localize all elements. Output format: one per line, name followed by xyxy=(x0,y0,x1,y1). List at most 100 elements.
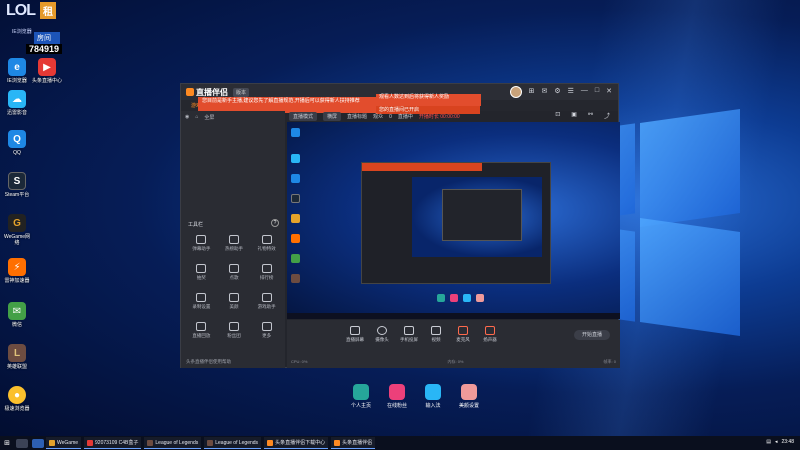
desktop-icon-accelerator[interactable]: ⚡ 雷神加速器 xyxy=(2,258,32,284)
tool-item[interactable]: 弹幕助手 xyxy=(185,235,218,252)
brand-icon xyxy=(186,88,194,96)
settings-icon[interactable]: ⚙ xyxy=(554,87,560,95)
gift-icon[interactable]: ⊞ xyxy=(529,87,535,95)
live-center-icon: ▶ xyxy=(38,58,56,76)
browser-icon: ● xyxy=(8,386,26,404)
tool-item[interactable]: 礼物特效 xyxy=(250,235,283,252)
search-icon[interactable] xyxy=(16,438,28,448)
tool-item[interactable]: 热榜助手 xyxy=(218,235,251,252)
left-panel: ◉ ⌂ 全屏 工具栏 ? 弹幕助手 热榜助手 礼物特效 抽奖 点歌 排行榜 录制… xyxy=(181,111,285,368)
network-icon[interactable]: ▤ xyxy=(766,439,771,445)
speaker-icon xyxy=(485,326,495,335)
taskbar: ⊞ WeGame 92073109 C4B盒子 League of Legend… xyxy=(0,436,800,450)
link-icon[interactable]: ⚯ xyxy=(588,111,593,120)
microphone-button[interactable]: 麦克风 xyxy=(451,326,475,343)
nested-banner xyxy=(362,163,482,171)
stream-title[interactable]: 直播标题 xyxy=(347,113,367,120)
eye-icon[interactable]: ◉ xyxy=(185,114,189,120)
info-icon[interactable]: ? xyxy=(271,219,279,227)
tool-grid: 弹幕助手 热榜助手 礼物特效 抽奖 点歌 排行榜 录制设置 美颜 游戏助手 直播… xyxy=(185,235,283,339)
taskbar-app-download[interactable]: 头条直播伴侣下载中心 xyxy=(264,437,329,449)
share-icon[interactable]: ⤴ xyxy=(604,111,610,120)
viewers-count: 0 xyxy=(389,113,392,120)
video-button[interactable]: 视频 xyxy=(424,326,448,343)
start-live-button[interactable]: 开始直播 xyxy=(574,330,610,340)
lottery-icon xyxy=(196,264,207,273)
dock-item-beauty[interactable]: 美颜设置 xyxy=(458,384,480,409)
desktop-icon-ie[interactable]: e IE浏览器 xyxy=(2,58,32,84)
gift-box-icon[interactable]: ⊡ xyxy=(555,111,560,120)
steam-icon: S xyxy=(8,172,26,190)
wechat-icon: ✉ xyxy=(8,302,26,320)
desktop-icon-qq[interactable]: Q QQ xyxy=(2,130,32,156)
menu-icon[interactable]: ☰ xyxy=(568,87,574,95)
speaker-button[interactable]: 扬声器 xyxy=(478,326,502,343)
message-icon[interactable]: ✉ xyxy=(541,87,547,95)
scene-mode[interactable]: 直播模式 xyxy=(289,112,318,121)
avatar[interactable] xyxy=(510,86,522,98)
gift-effect-icon xyxy=(261,235,272,244)
monitor-icon xyxy=(350,326,360,335)
accelerator-icon: ⚡ xyxy=(8,258,26,276)
volume-icon[interactable]: ◂ xyxy=(775,439,778,445)
toolbox-title: 工具栏 xyxy=(188,222,204,228)
keyboard-icon xyxy=(425,384,441,400)
desktop-icon-wegame[interactable]: G WeGame网络 xyxy=(2,214,32,246)
start-icon[interactable]: ⊞ xyxy=(0,436,14,450)
danmaku-icon xyxy=(196,235,207,244)
live-preview[interactable] xyxy=(287,122,620,319)
reward-banner[interactable]: 观看人数达到后将获得新人奖励 xyxy=(376,94,481,106)
phone-cast-button[interactable]: 手机投屏 xyxy=(397,326,421,343)
taskbar-app-lol-1[interactable]: League of Legends xyxy=(144,437,202,449)
preview-dock xyxy=(437,294,484,302)
version-badge[interactable]: 版本 xyxy=(233,87,250,97)
taskbar-app-lol-2[interactable]: League of Legends xyxy=(204,437,262,449)
clock[interactable]: 23:48 xyxy=(781,439,794,445)
help-link[interactable]: 头条直播伴侣使用帮助 xyxy=(186,359,231,365)
tool-item[interactable]: 点歌 xyxy=(218,264,251,281)
viewers-label: 观众 xyxy=(373,114,384,120)
tool-item[interactable]: 粉丝团 xyxy=(218,322,251,339)
scene-item[interactable]: 全屏 xyxy=(204,114,214,121)
taskbar-app-c4b[interactable]: 92073109 C4B盒子 xyxy=(84,437,142,449)
fans-icon xyxy=(228,322,239,331)
right-tools: ⊡ ▣ ⚯ ⤴ xyxy=(555,111,610,120)
desktop-icon-player[interactable]: ☁ 迅雷影音 xyxy=(2,90,32,116)
camera-button[interactable]: 摄像头 xyxy=(370,326,394,343)
desktop-icon-live-center[interactable]: ▶ 头条直播中心 xyxy=(30,58,64,84)
cloud-icon: ☁ xyxy=(8,90,26,108)
tool-item[interactable]: 更多 xyxy=(250,322,283,339)
tool-item[interactable]: 录制设置 xyxy=(185,293,218,310)
status-bar: CPU: 0% 内存: 0% 帧率: 0 xyxy=(291,359,616,365)
tool-item[interactable]: 排行榜 xyxy=(250,264,283,281)
screen-capture-button[interactable]: 直播屏幕 xyxy=(343,326,367,343)
screen-icon[interactable]: ▣ xyxy=(571,111,577,120)
dock-item-input[interactable]: 输入法 xyxy=(422,384,444,409)
tool-item[interactable]: 抽奖 xyxy=(185,264,218,281)
lock-icon[interactable]: ⌂ xyxy=(195,114,198,120)
taskbar-app-companion[interactable]: 头条直播伴侣 xyxy=(331,437,376,449)
task-view-icon[interactable] xyxy=(32,438,44,448)
room-number: 784919 xyxy=(26,44,63,54)
desktop-icon-browser[interactable]: ● 极速浏览器 xyxy=(2,386,32,412)
desktop-icon-lol[interactable]: L 英雄联盟 xyxy=(2,344,32,370)
video-icon xyxy=(431,326,441,335)
maximize-icon[interactable]: □ xyxy=(595,87,599,95)
wegame-icon: G xyxy=(8,214,26,232)
minimize-icon[interactable]: — xyxy=(581,87,588,95)
room-logo: LOL 租 IE浏览器 房间号 784919 xyxy=(6,2,63,62)
taskbar-app-wegame[interactable]: WeGame xyxy=(46,437,82,449)
dock-item-profile[interactable]: 个人主页 xyxy=(350,384,372,409)
desktop-icon-wechat[interactable]: ✉ 微信 xyxy=(2,302,32,328)
ranking-icon xyxy=(261,264,272,273)
window-controls: ⊞ ✉ ⚙ ☰ — □ ✕ xyxy=(529,87,612,95)
tool-item[interactable]: 游戏助手 xyxy=(250,293,283,310)
song-icon xyxy=(228,264,239,273)
dock-item-fans[interactable]: 在线粉丝 xyxy=(386,384,408,409)
desktop-icon-steam[interactable]: S Steam平台 xyxy=(2,172,32,198)
tool-item[interactable]: 直播回放 xyxy=(185,322,218,339)
orientation-mode[interactable]: 横屏 xyxy=(323,112,342,121)
cpu-status: CPU: 0% xyxy=(291,359,308,364)
close-icon[interactable]: ✕ xyxy=(606,87,612,95)
tool-item[interactable]: 美颜 xyxy=(218,293,251,310)
